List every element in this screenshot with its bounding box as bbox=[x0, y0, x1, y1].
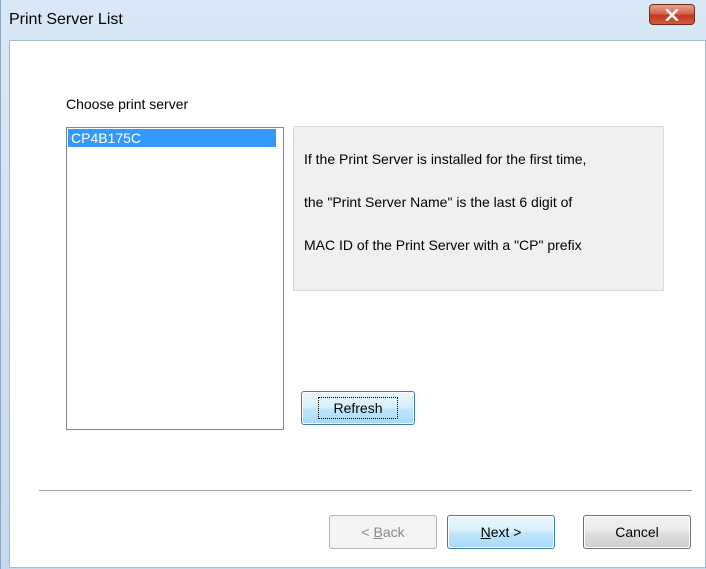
dialog-window: Print Server List Choose print server CP… bbox=[0, 0, 706, 569]
info-panel: If the Print Server is installed for the… bbox=[293, 126, 664, 291]
back-button-label: < Back bbox=[361, 524, 405, 540]
close-button[interactable] bbox=[649, 4, 695, 25]
refresh-button[interactable]: Refresh bbox=[301, 391, 415, 425]
info-text-line: MAC ID of the Print Server with a "CP" p… bbox=[304, 237, 582, 253]
cancel-button-label: Cancel bbox=[615, 524, 659, 540]
info-text-line: the "Print Server Name" is the last 6 di… bbox=[304, 194, 573, 210]
next-button[interactable]: Next > bbox=[447, 515, 555, 549]
list-item[interactable]: CP4B175C bbox=[68, 129, 276, 147]
next-button-label: Next > bbox=[480, 524, 522, 540]
cancel-button[interactable]: Cancel bbox=[583, 515, 691, 549]
title-bar[interactable]: Print Server List bbox=[1, 0, 706, 40]
footer-divider bbox=[39, 490, 692, 492]
dialog-client-area: Choose print server CP4B175C If the Prin… bbox=[9, 40, 706, 568]
info-text-line: If the Print Server is installed for the… bbox=[304, 151, 587, 167]
refresh-button-label: Refresh bbox=[318, 397, 398, 419]
choose-print-server-label: Choose print server bbox=[66, 96, 189, 112]
window-title: Print Server List bbox=[9, 11, 123, 28]
close-icon bbox=[665, 8, 679, 21]
print-server-listbox[interactable]: CP4B175C bbox=[66, 127, 284, 430]
back-button[interactable]: < Back bbox=[329, 515, 437, 549]
